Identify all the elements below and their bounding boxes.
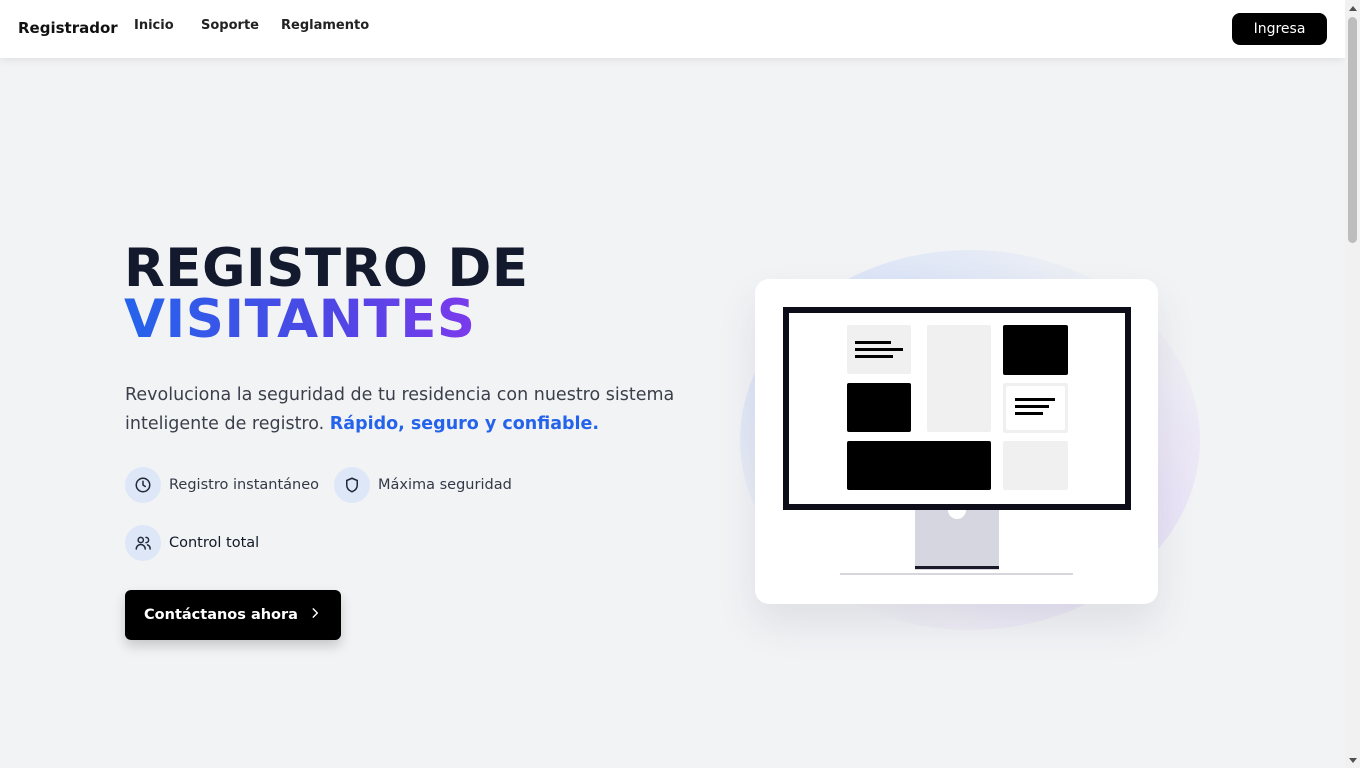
illustration-card [755, 279, 1158, 604]
feature-label: Control total [169, 535, 260, 551]
nav-link-soporte[interactable]: Soporte [201, 18, 259, 33]
hero-subtitle: Revoluciona la seguridad de tu residenci… [125, 381, 685, 439]
feature-registro: Registro instantáneo [125, 467, 319, 503]
nav-link-reglamento[interactable]: Reglamento [281, 18, 369, 33]
login-button[interactable]: Ingresa [1232, 13, 1327, 45]
clock-icon [125, 467, 161, 503]
top-navbar: Registrador Inicio Soporte Reglamento In… [0, 0, 1345, 58]
feature-label: Máxima seguridad [378, 477, 512, 493]
chevron-right-icon [308, 606, 322, 624]
users-icon [125, 525, 161, 561]
scroll-down-arrow-icon[interactable] [1345, 753, 1360, 768]
hero-title-line2: VISITANTES [124, 289, 476, 350]
page-scrollbar[interactable] [1345, 0, 1360, 768]
nav-link-inicio[interactable]: Inicio [134, 18, 174, 33]
brand-logo[interactable]: Registrador [18, 19, 118, 37]
feature-control: Control total [125, 525, 259, 561]
feature-seguridad: Máxima seguridad [334, 467, 512, 503]
scrollbar-thumb[interactable] [1348, 17, 1357, 243]
contact-button[interactable]: Contáctanos ahora [125, 590, 341, 640]
monitor-illustration [783, 307, 1131, 575]
feature-label: Registro instantáneo [169, 477, 320, 493]
shield-icon [334, 467, 370, 503]
hero-subtitle-highlight: Rápido, seguro y confiable. [329, 414, 600, 434]
scroll-up-arrow-icon[interactable] [1345, 0, 1360, 15]
contact-button-label: Contáctanos ahora [144, 607, 298, 623]
